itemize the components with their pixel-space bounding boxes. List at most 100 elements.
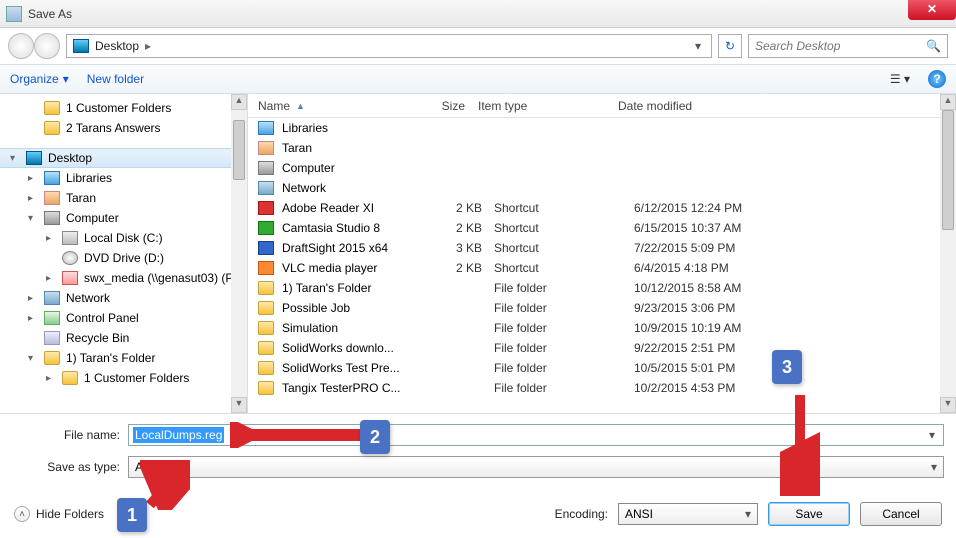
item-name: Adobe Reader XI — [282, 201, 424, 215]
expand-icon[interactable]: ▸ — [28, 193, 38, 204]
list-item[interactable]: Computer — [248, 158, 956, 178]
tree-node[interactable]: ▸swx_media (\\genasut03) (P:) — [0, 268, 247, 288]
list-item[interactable]: SimulationFile folder10/9/2015 10:19 AM — [248, 318, 956, 338]
tree-node[interactable]: DVD Drive (D:) — [0, 248, 247, 268]
encoding-select[interactable]: ANSI ▾ — [618, 503, 758, 525]
help-button[interactable]: ? — [928, 70, 946, 88]
tree-label: Desktop — [48, 151, 92, 165]
save-button[interactable]: Save — [768, 502, 850, 526]
item-date: 10/5/2015 5:01 PM — [634, 361, 794, 375]
list-scrollbar[interactable]: ▲ ▼ — [940, 94, 956, 413]
tree-node[interactable]: Recycle Bin — [0, 328, 247, 348]
scroll-thumb[interactable] — [233, 120, 245, 180]
address-dropdown[interactable]: ▾ — [691, 39, 705, 53]
tree-node[interactable]: 2 Tarans Answers — [0, 118, 247, 138]
annotation-callout-1: 1 — [117, 498, 147, 532]
encoding-label: Encoding: — [555, 507, 608, 521]
col-size[interactable]: Size — [408, 99, 478, 113]
cancel-button[interactable]: Cancel — [860, 502, 942, 526]
scroll-thumb[interactable] — [942, 110, 954, 230]
list-item[interactable]: SolidWorks downlo...File folder9/22/2015… — [248, 338, 956, 358]
expand-icon[interactable]: ▸ — [46, 273, 56, 284]
tree-node[interactable]: ▾1) Taran's Folder — [0, 348, 247, 368]
collapse-icon[interactable]: ▾ — [10, 153, 20, 164]
tree-node[interactable]: ▸ Taran — [0, 188, 247, 208]
tree-node[interactable]: 1 Customer Folders — [0, 98, 247, 118]
folder-icon — [44, 101, 60, 115]
col-type[interactable]: Item type — [478, 99, 618, 113]
address-bar[interactable]: Desktop ▸ ▾ — [66, 34, 712, 58]
tree-node[interactable]: ▸1 Customer Folders — [0, 368, 247, 388]
expand-icon[interactable]: ▾ — [28, 353, 38, 364]
item-size: 2 KB — [424, 221, 494, 235]
expand-icon[interactable]: ▸ — [28, 313, 38, 324]
list-item[interactable]: DraftSight 2015 x643 KBShortcut7/22/2015… — [248, 238, 956, 258]
list-item[interactable]: 1) Taran's FolderFile folder10/12/2015 8… — [248, 278, 956, 298]
list-item[interactable]: VLC media player2 KBShortcut6/4/2015 4:1… — [248, 258, 956, 278]
expand-icon[interactable]: ▸ — [46, 233, 56, 244]
tree-label: 1 Customer Folders — [66, 101, 171, 115]
scroll-up-button[interactable]: ▲ — [231, 94, 247, 110]
new-folder-button[interactable]: New folder — [87, 72, 144, 86]
chevron-down-icon: ▾ — [745, 507, 751, 521]
window-title: Save As — [28, 7, 72, 21]
scroll-down-button[interactable]: ▼ — [940, 397, 956, 413]
annotation-arrow — [230, 422, 370, 448]
item-type: Shortcut — [494, 241, 634, 255]
tree-node[interactable]: ▸Network — [0, 288, 247, 308]
tree-node[interactable]: ▸ Control Panel — [0, 308, 247, 328]
col-name[interactable]: Name▲ — [258, 99, 408, 113]
item-date: 9/22/2015 2:51 PM — [634, 341, 794, 355]
tree-node[interactable]: ▸Local Disk (C:) — [0, 228, 247, 248]
tree-label: Taran — [66, 191, 96, 205]
toolbar: Organize▾ New folder ☰ ▾ ? — [0, 64, 956, 94]
tree-label: 2 Tarans Answers — [66, 121, 161, 135]
item-type: File folder — [494, 281, 634, 295]
item-icon — [258, 321, 274, 335]
search-box[interactable]: 🔍 — [748, 34, 948, 58]
list-item[interactable]: Taran — [248, 138, 956, 158]
refresh-button[interactable]: ↻ — [718, 34, 742, 58]
list-item[interactable]: Libraries — [248, 118, 956, 138]
chevron-right-icon[interactable]: ▸ — [145, 39, 151, 53]
item-size: 2 KB — [424, 261, 494, 275]
tree-label: Control Panel — [66, 311, 139, 325]
saveastype-select[interactable]: All Files ▾ — [128, 456, 944, 478]
tree-node[interactable]: ▸Libraries — [0, 168, 247, 188]
back-button[interactable] — [8, 33, 34, 59]
expand-icon[interactable]: ▸ — [28, 173, 38, 184]
search-input[interactable] — [755, 39, 926, 53]
forward-button[interactable] — [34, 33, 60, 59]
list-item[interactable]: Adobe Reader XI2 KBShortcut6/12/2015 12:… — [248, 198, 956, 218]
filename-dropdown[interactable]: ▾ — [925, 428, 939, 442]
close-button[interactable]: ✕ — [908, 0, 956, 20]
expand-icon[interactable]: ▸ — [46, 373, 56, 384]
view-options[interactable]: ☰ ▾ — [890, 72, 910, 86]
tree-node-desktop[interactable]: ▾ Desktop — [0, 148, 247, 168]
node-icon — [62, 231, 78, 245]
expand-icon[interactable]: ▸ — [28, 293, 38, 304]
tree-node[interactable]: ▾Computer — [0, 208, 247, 228]
expand-icon[interactable]: ▾ — [28, 213, 38, 224]
col-date[interactable]: Date modified — [618, 99, 778, 113]
scroll-down-button[interactable]: ▼ — [231, 397, 247, 413]
scroll-up-button[interactable]: ▲ — [940, 94, 956, 110]
item-name: Camtasia Studio 8 — [282, 221, 424, 235]
list-item[interactable]: SolidWorks Test Pre...File folder10/5/20… — [248, 358, 956, 378]
encoding-value: ANSI — [625, 507, 653, 521]
tree-scrollbar[interactable]: ▲ ▼ — [231, 94, 247, 413]
list-item[interactable]: Network — [248, 178, 956, 198]
item-type: File folder — [494, 321, 634, 335]
item-date: 10/2/2015 4:53 PM — [634, 381, 794, 395]
item-icon — [258, 301, 274, 315]
list-item[interactable]: Camtasia Studio 82 KBShortcut6/15/2015 1… — [248, 218, 956, 238]
list-item[interactable]: Possible JobFile folder9/23/2015 3:06 PM — [248, 298, 956, 318]
hide-folders-button[interactable]: ˄ Hide Folders — [14, 506, 104, 522]
item-name: Simulation — [282, 321, 424, 335]
breadcrumb[interactable]: Desktop — [95, 39, 139, 53]
item-icon — [258, 341, 274, 355]
list-item[interactable]: Tangix TesterPRO C...File folder10/2/201… — [248, 378, 956, 398]
item-date: 6/15/2015 10:37 AM — [634, 221, 794, 235]
organize-menu[interactable]: Organize▾ — [10, 72, 69, 86]
search-icon[interactable]: 🔍 — [926, 39, 941, 53]
